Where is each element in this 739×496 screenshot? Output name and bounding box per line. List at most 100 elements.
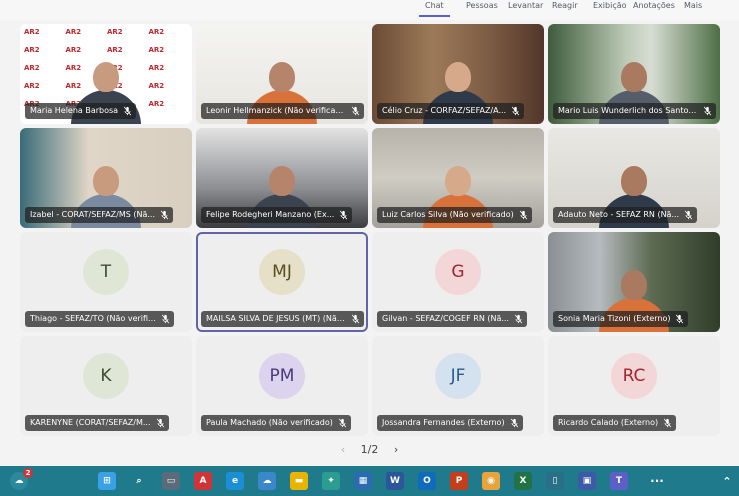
tab-6[interactable]: Mais <box>684 1 702 10</box>
chrome-icon[interactable]: ◉ <box>482 472 500 490</box>
participant-tile[interactable]: Izabel - CORAT/SEFAZ/MS (Nã... <box>20 128 192 228</box>
participant-name: Maria Helena Barbosa <box>25 103 137 119</box>
participant-name-label: Gilvan - SEFAZ/COGEF RN (Nã... <box>382 314 509 323</box>
weather-icon[interactable]: ☁ <box>258 472 276 490</box>
windows-taskbar: ☁ 2 ··· ⌃ ⊞ ⌕ ▭ Ae ☁ ▬ ✦ ▦ W O P ◉ X ▯ ▣ T <box>0 466 739 496</box>
brand-logo: AR2 <box>148 46 165 54</box>
mic-muted-icon <box>514 314 523 324</box>
brand-logo: AR2 <box>148 100 165 108</box>
participant-tile[interactable]: Sonia Maria Tizoni (Externo) <box>548 232 720 332</box>
more-apps-button[interactable]: ··· <box>648 472 666 490</box>
participant-name: Célio Cruz - CORFAZ/SEFAZ/A... <box>377 103 525 119</box>
brand-logo: AR2 <box>148 64 165 72</box>
gallery-pager: ‹ 1/2 › <box>0 440 739 460</box>
mic-muted-icon <box>663 418 672 428</box>
participant-tile[interactable]: K KARENYNE (CORAT/SEFAZ/M... <box>20 336 192 436</box>
participant-name: Ricardo Calado (Externo) <box>553 415 677 431</box>
mic-muted-icon <box>519 210 527 220</box>
remote-icon[interactable]: ▣ <box>578 472 596 490</box>
brand-logo: AR2 <box>65 28 82 36</box>
pdf-icon[interactable]: A <box>194 472 212 490</box>
participant-name: Felipe Rodegheri Manzano (Ex... <box>201 207 353 223</box>
participant-tile[interactable]: Felipe Rodegheri Manzano (Ex... <box>196 128 368 228</box>
brand-logo: AR2 <box>148 82 165 90</box>
teams-icon[interactable]: T <box>610 472 628 490</box>
brand-logo: AR2 <box>24 28 40 36</box>
participant-tile[interactable]: RC Ricardo Calado (Externo) <box>548 336 720 436</box>
participant-name: Leonir Hellmanzick (Não verificado) <box>201 103 364 119</box>
participant-name-label: KARENYNE (CORAT/SEFAZ/M... <box>30 418 151 427</box>
avatar: JF <box>435 353 481 399</box>
participant-tile[interactable]: Luiz Carlos Silva (Não verificado) <box>372 128 544 228</box>
mic-muted-icon <box>123 106 132 116</box>
tab-2[interactable]: Levantar <box>508 1 543 10</box>
tab-3[interactable]: Reagir <box>552 1 578 10</box>
participant-name-label: Ricardo Calado (Externo) <box>558 418 659 427</box>
notification-icon[interactable]: ☁ 2 <box>10 468 33 490</box>
mic-muted-icon <box>160 210 169 220</box>
participant-name-label: Thiago - SEFAZ/TO (Não verifi... <box>30 314 156 323</box>
mic-muted-icon <box>351 106 360 116</box>
participant-tile[interactable]: Adauto Neto - SEFAZ RN (Nã... <box>548 128 720 228</box>
participant-tile[interactable]: Leonir Hellmanzick (Não verificado) <box>196 24 368 124</box>
brand-logo: AR2 <box>24 46 40 54</box>
calendar-icon[interactable]: ▦ <box>354 472 372 490</box>
mic-muted-icon <box>340 210 348 220</box>
powerpoint-icon[interactable]: P <box>450 472 468 490</box>
page-indicator: 1/2 <box>360 443 379 456</box>
previous-page-button[interactable]: ‹ <box>341 440 345 460</box>
meeting-toolbar: Chat Pessoas Levantar Reagir Exibição Anotaçõ… <box>0 0 739 20</box>
next-page-button[interactable]: › <box>394 440 398 460</box>
avatar: MJ <box>259 249 305 295</box>
outlook-icon[interactable]: O <box>418 472 436 490</box>
mic-muted-icon <box>338 418 347 428</box>
cloud-icon: ☁ <box>14 476 24 486</box>
participant-tile[interactable]: T Thiago - SEFAZ/TO (Não verifi... <box>20 232 192 332</box>
participant-tile[interactable]: MJ MAILSA SILVA DE JESUS (MT) (Não... <box>196 232 368 332</box>
participant-name: Adauto Neto - SEFAZ RN (Nã... <box>553 207 698 223</box>
participant-tile[interactable]: Célio Cruz - CORFAZ/SEFAZ/A... <box>372 24 544 124</box>
notification-badge: 2 <box>23 468 33 478</box>
tab-4[interactable]: Exibição <box>593 1 627 10</box>
tab-1[interactable]: Pessoas <box>466 1 498 10</box>
edge-icon[interactable]: e <box>226 472 244 490</box>
brand-logo: AR2 <box>148 28 165 36</box>
participant-name-label: Maria Helena Barbosa <box>30 106 119 115</box>
notes-icon[interactable]: ▯ <box>546 472 564 490</box>
mic-muted-icon <box>351 314 360 324</box>
search-icon[interactable]: ⌕ <box>130 472 148 490</box>
avatar: PM <box>259 353 305 399</box>
mic-muted-icon <box>676 314 684 324</box>
task-view-icon[interactable]: ▭ <box>162 472 180 490</box>
mic-muted-icon <box>510 418 518 428</box>
tab-5[interactable]: Anotações <box>633 1 675 10</box>
brand-logo: AR2 <box>107 28 123 36</box>
participant-name-label: Jossandra Fernandes (Externo) <box>382 418 505 427</box>
participant-name-label: Felipe Rodegheri Manzano (Ex... <box>206 210 335 219</box>
avatar: RC <box>611 353 657 399</box>
mic-muted-icon <box>684 210 693 220</box>
file-explorer-icon[interactable]: ▬ <box>290 472 308 490</box>
participant-name: MAILSA SILVA DE JESUS (MT) (Não... <box>201 311 364 327</box>
participant-name-label: Leonir Hellmanzick (Não verificado) <box>206 106 349 115</box>
participant-name-label: Izabel - CORAT/SEFAZ/MS (Nã... <box>30 210 156 219</box>
chevron-up-icon[interactable]: ⌃ <box>718 472 736 490</box>
participant-name-label: Mario Luis Wunderlich dos Santos ... <box>558 106 703 115</box>
mic-muted-icon <box>156 418 164 428</box>
mic-muted-icon <box>703 106 712 116</box>
participant-tile[interactable]: AR2 AR2 AR2 AR2 AR2 AR2 AR2 AR2 AR2 AR2 AR2 AR2 AR2 A… <box>20 24 192 124</box>
participant-tile[interactable]: G Gilvan - SEFAZ/COGEF RN (Nã... <box>372 232 544 332</box>
word-icon[interactable]: W <box>386 472 404 490</box>
app-icon[interactable]: ✦ <box>322 472 340 490</box>
mic-muted-icon <box>161 314 169 324</box>
tab-0[interactable]: Chat <box>419 1 450 17</box>
avatar: K <box>83 353 129 399</box>
participant-tile[interactable]: Mario Luis Wunderlich dos Santos ... <box>548 24 720 124</box>
participant-name: Paula Machado (Não verificado) <box>201 415 351 431</box>
avatar: G <box>435 249 481 295</box>
participant-tile[interactable]: PM Paula Machado (Não verificado) <box>196 336 368 436</box>
start-icon[interactable]: ⊞ <box>98 472 116 490</box>
participant-tile[interactable]: JF Jossandra Fernandes (Externo) <box>372 336 544 436</box>
excel-icon[interactable]: X <box>514 472 532 490</box>
participant-name-label: Adauto Neto - SEFAZ RN (Nã... <box>558 210 680 219</box>
